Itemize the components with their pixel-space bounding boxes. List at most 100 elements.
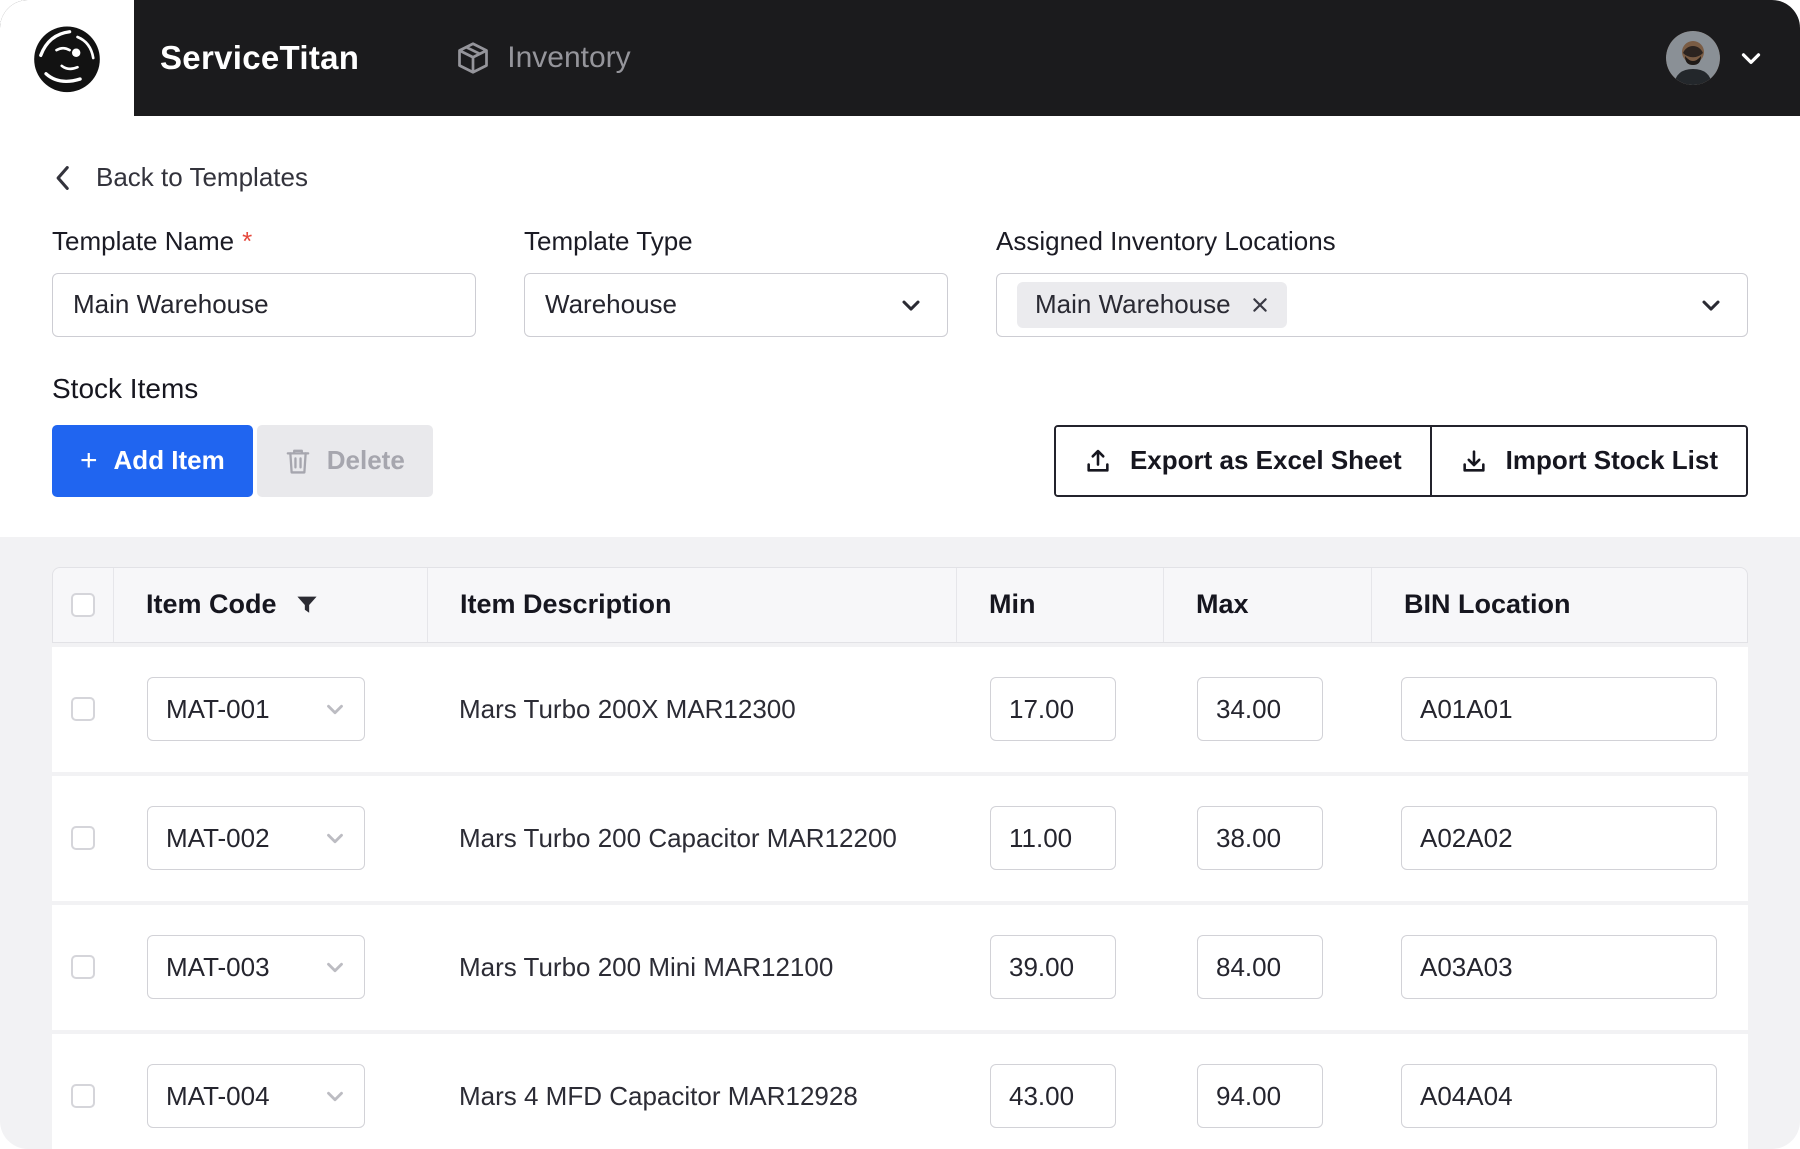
location-chip-label: Main Warehouse xyxy=(1035,289,1231,320)
max-input[interactable] xyxy=(1197,806,1323,870)
column-item-description: Item Description xyxy=(428,568,957,642)
min-input[interactable] xyxy=(990,935,1116,999)
delete-label: Delete xyxy=(327,445,405,476)
row-select-cell xyxy=(52,776,113,901)
back-link-label: Back to Templates xyxy=(96,162,308,193)
export-upload-icon xyxy=(1084,447,1112,475)
row-select-cell xyxy=(52,647,113,772)
item-code-select[interactable]: MAT-001 xyxy=(147,677,365,741)
row-checkbox[interactable] xyxy=(71,826,95,850)
item-code-select[interactable]: MAT-003 xyxy=(147,935,365,999)
delete-button[interactable]: Delete xyxy=(257,425,433,497)
chevron-down-icon xyxy=(322,1083,348,1109)
item-code-value: MAT-003 xyxy=(166,952,270,983)
column-max: Max xyxy=(1164,568,1372,642)
template-type-select[interactable]: Warehouse xyxy=(524,273,948,337)
table-row: MAT-001 Mars Turbo 200X MAR12300 xyxy=(52,647,1748,772)
user-avatar-image xyxy=(1666,31,1720,85)
min-cell xyxy=(956,905,1163,1030)
item-description-cell: Mars 4 MFD Capacitor MAR12928 xyxy=(427,1034,956,1149)
min-input[interactable] xyxy=(990,677,1116,741)
trash-icon xyxy=(285,447,311,475)
chevron-down-icon xyxy=(1697,291,1725,319)
bin-cell xyxy=(1371,1034,1748,1149)
chevron-down-icon xyxy=(897,291,925,319)
item-description: Mars 4 MFD Capacitor MAR12928 xyxy=(459,1081,858,1112)
item-code-select[interactable]: MAT-004 xyxy=(147,1064,365,1128)
row-select-cell xyxy=(52,1034,113,1149)
chip-remove-icon[interactable] xyxy=(1251,296,1269,314)
template-name-field: Template Name * xyxy=(52,226,476,337)
table-row: MAT-003 Mars Turbo 200 Mini MAR12100 xyxy=(52,905,1748,1030)
table-row: MAT-002 Mars Turbo 200 Capacitor MAR1220… xyxy=(52,776,1748,901)
stock-items-table: Item Code Item Description Min Max BIN L… xyxy=(52,567,1748,1149)
row-select-cell xyxy=(52,905,113,1030)
required-asterisk: * xyxy=(242,226,252,257)
servicetitan-mascot-logo xyxy=(0,0,134,116)
top-bar: ServiceTitan Inventory xyxy=(0,0,1800,116)
chevron-down-icon xyxy=(322,954,348,980)
bin-location-input[interactable] xyxy=(1401,677,1717,741)
assigned-locations-field: Assigned Inventory Locations Main Wareho… xyxy=(996,226,1748,337)
bin-cell xyxy=(1371,776,1748,901)
max-input[interactable] xyxy=(1197,1064,1323,1128)
location-chip: Main Warehouse xyxy=(1017,282,1287,328)
chevron-down-icon xyxy=(322,696,348,722)
account-menu-chevron[interactable] xyxy=(1736,43,1766,73)
stock-items-table-section: Item Code Item Description Min Max BIN L… xyxy=(0,537,1800,1149)
bin-location-input[interactable] xyxy=(1401,806,1717,870)
min-cell xyxy=(956,1034,1163,1149)
bin-cell xyxy=(1371,647,1748,772)
max-input[interactable] xyxy=(1197,935,1323,999)
table-body: MAT-001 Mars Turbo 200X MAR12300 xyxy=(52,647,1748,1149)
row-checkbox[interactable] xyxy=(71,1084,95,1108)
row-checkbox[interactable] xyxy=(71,955,95,979)
max-cell xyxy=(1163,647,1371,772)
item-description: Mars Turbo 200 Capacitor MAR12200 xyxy=(459,823,897,854)
nav-item-label: Inventory xyxy=(507,41,630,75)
back-to-templates-link[interactable]: Back to Templates xyxy=(52,162,308,193)
import-label: Import Stock List xyxy=(1506,445,1718,476)
item-code-value: MAT-001 xyxy=(166,694,270,725)
nav-item-inventory[interactable]: Inventory xyxy=(455,40,630,76)
page: ServiceTitan Inventory xyxy=(0,0,1800,1149)
table-row: MAT-004 Mars 4 MFD Capacitor MAR12928 xyxy=(52,1034,1748,1149)
item-description-cell: Mars Turbo 200 Mini MAR12100 xyxy=(427,905,956,1030)
min-input[interactable] xyxy=(990,1064,1116,1128)
template-name-input[interactable] xyxy=(52,273,476,337)
column-item-code: Item Code xyxy=(114,568,428,642)
add-item-button[interactable]: + Add Item xyxy=(52,425,253,497)
bin-location-input[interactable] xyxy=(1401,935,1717,999)
column-min: Min xyxy=(957,568,1164,642)
max-cell xyxy=(1163,905,1371,1030)
item-description-cell: Mars Turbo 200X MAR12300 xyxy=(427,647,956,772)
export-import-group: Export as Excel Sheet Import Stock List xyxy=(1054,425,1748,497)
stock-items-title: Stock Items xyxy=(52,373,1748,405)
filter-icon[interactable] xyxy=(295,593,319,617)
assigned-locations-label: Assigned Inventory Locations xyxy=(996,226,1748,257)
max-cell xyxy=(1163,1034,1371,1149)
item-code-value: MAT-002 xyxy=(166,823,270,854)
assigned-locations-select[interactable]: Main Warehouse xyxy=(996,273,1748,337)
import-stock-button[interactable]: Import Stock List xyxy=(1430,427,1746,495)
user-avatar[interactable] xyxy=(1666,31,1720,85)
plus-icon: + xyxy=(80,446,98,476)
select-all-checkbox[interactable] xyxy=(71,593,95,617)
row-checkbox[interactable] xyxy=(71,697,95,721)
column-bin-location: BIN Location xyxy=(1372,568,1747,642)
item-code-select[interactable]: MAT-002 xyxy=(147,806,365,870)
template-name-label: Template Name * xyxy=(52,226,476,257)
export-excel-button[interactable]: Export as Excel Sheet xyxy=(1056,427,1430,495)
bin-location-input[interactable] xyxy=(1401,1064,1717,1128)
select-all-cell xyxy=(53,568,114,642)
max-cell xyxy=(1163,776,1371,901)
max-input[interactable] xyxy=(1197,677,1323,741)
item-description-cell: Mars Turbo 200 Capacitor MAR12200 xyxy=(427,776,956,901)
item-description: Mars Turbo 200X MAR12300 xyxy=(459,694,796,725)
min-input[interactable] xyxy=(990,806,1116,870)
item-code-value: MAT-004 xyxy=(166,1081,270,1112)
item-code-cell: MAT-004 xyxy=(113,1034,427,1149)
add-item-label: Add Item xyxy=(114,445,225,476)
template-form: Template Name * Template Type Warehouse xyxy=(52,226,1748,337)
item-description: Mars Turbo 200 Mini MAR12100 xyxy=(459,952,833,983)
